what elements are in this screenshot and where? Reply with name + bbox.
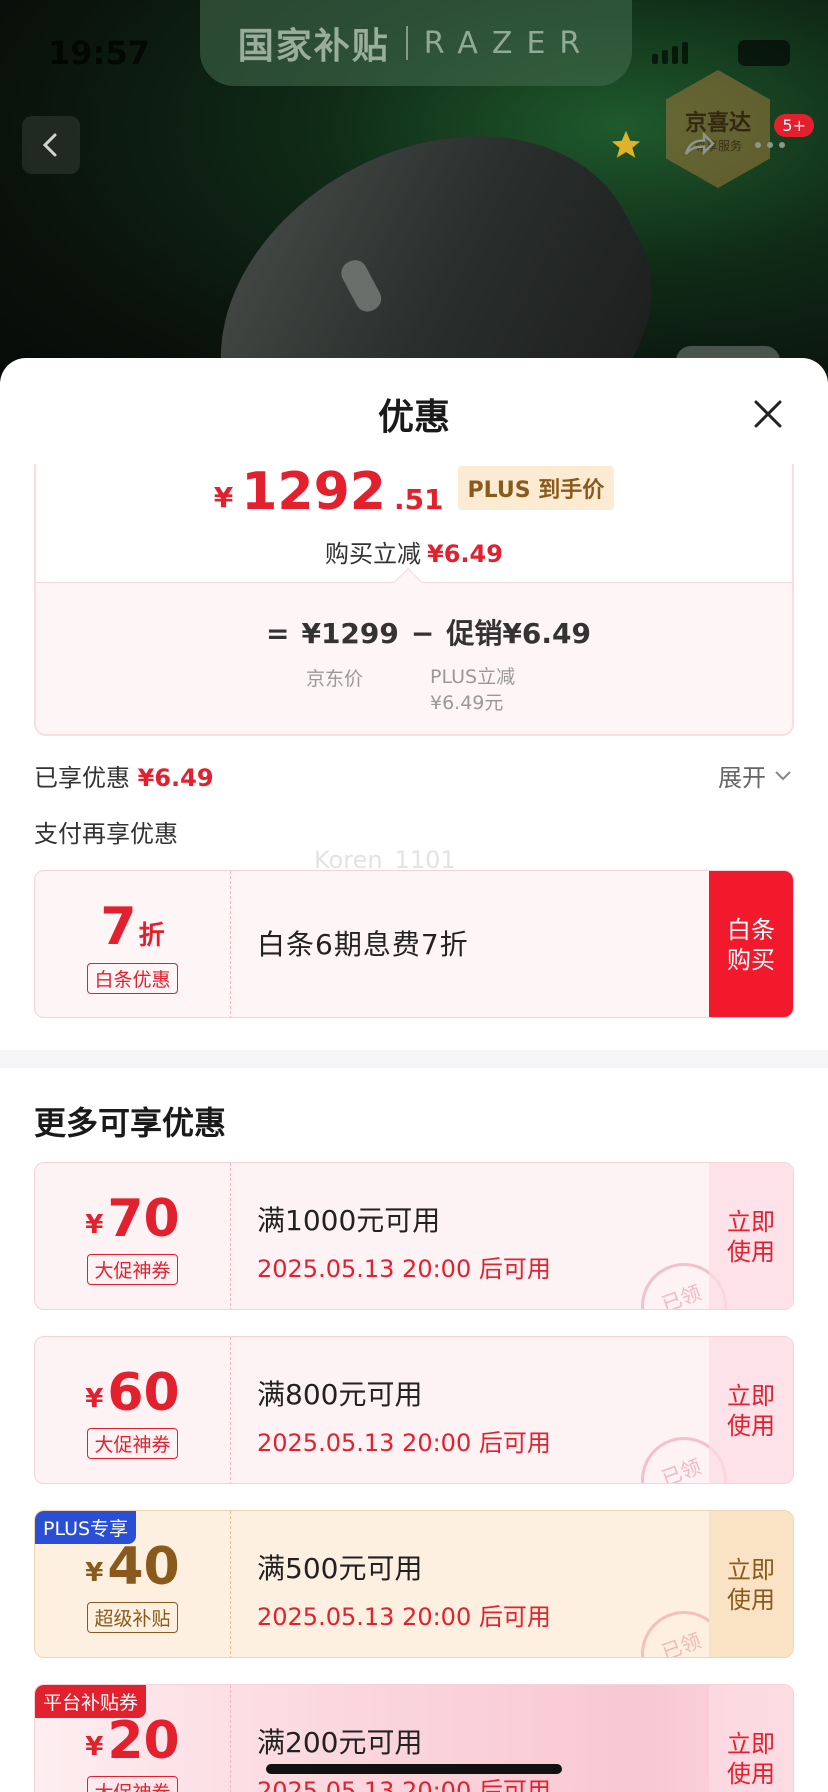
use-coupon-button[interactable]: 立即使用 <box>709 1685 793 1792</box>
sheet-title: 优惠 <box>377 397 450 438</box>
close-icon <box>754 400 782 428</box>
price-formula: = ¥1299 − 促销¥6.49 <box>266 612 591 652</box>
coupon-time: 2025.05.13 20:00 后可用 <box>257 1777 551 1792</box>
coupon-condition: 满800元可用 <box>257 1378 423 1411</box>
discount-sheet: 优惠 ¥ 1292 .51 PLUS 到手价 购买立减 ¥6.49 = ¥1299… <box>0 358 828 1792</box>
status-bar: 19:57 <box>0 0 828 100</box>
more-dots-icon <box>755 142 785 148</box>
status-time: 19:57 <box>48 34 150 72</box>
coupon-card[interactable]: ¥ 60 大促神券 满800元可用 2025.05.13 20:00 后可用 已… <box>34 1336 794 1484</box>
expand-label: 展开 <box>718 764 766 792</box>
coupon-amount-number: 60 <box>107 1362 180 1423</box>
share-icon <box>684 131 715 156</box>
plus-price-tag: PLUS 到手价 <box>457 466 615 510</box>
plus-exclusive-tag: PLUS专享 <box>35 1511 137 1544</box>
coupon-tag: 大促神券 <box>87 1253 178 1285</box>
coupon-currency: ¥ <box>85 1557 104 1588</box>
formula-base-price: ¥1299 <box>301 617 399 650</box>
coupon-amount: ¥ 70 <box>85 1190 179 1248</box>
promo-caption-line2: ¥6.49元 <box>430 692 504 714</box>
final-price: ¥ 1292 .51 PLUS 到手价 <box>36 464 792 520</box>
close-button[interactable] <box>748 394 788 434</box>
formula-minus: − <box>410 617 435 650</box>
use-coupon-button[interactable]: 立即使用 <box>709 1337 793 1483</box>
battery-icon <box>738 40 790 66</box>
formula-equals: = <box>266 617 290 650</box>
price-breakdown-card: ¥ 1292 .51 PLUS 到手价 购买立减 ¥6.49 = ¥1299 − … <box>34 464 794 736</box>
coupon-currency: ¥ <box>85 1383 104 1414</box>
use-coupon-label: 立即使用 <box>727 1382 775 1440</box>
baitiao-buy-button[interactable]: 白条购买 <box>709 871 793 1017</box>
enjoyed-label: 已享优惠 <box>34 764 130 792</box>
coupon-amount: ¥ 60 <box>85 1364 179 1422</box>
coupon-value: ¥ 60 大促神券 <box>35 1337 231 1483</box>
price-decimal: .51 <box>393 483 444 516</box>
home-indicator[interactable] <box>266 1764 562 1774</box>
use-coupon-label: 立即使用 <box>727 1556 775 1614</box>
coupon-amount: ¥ 20 <box>85 1712 179 1770</box>
coupon-tag: 超级补贴 <box>87 1601 178 1633</box>
coupon-time: 2025.05.13 20:00 后可用 <box>257 1603 551 1631</box>
use-coupon-button[interactable]: 立即使用 <box>709 1163 793 1309</box>
use-coupon-label: 立即使用 <box>727 1208 775 1266</box>
coupon-card[interactable]: ¥ 70 大促神券 满1000元可用 2025.05.13 20:00 后可用 … <box>34 1162 794 1310</box>
coupon-card[interactable]: ¥ 20 大促神券 平台补贴券 满200元可用 2025.05.13 20:00… <box>34 1684 794 1792</box>
favorite-button[interactable] <box>602 121 650 169</box>
baitiao-rate: 7折 <box>100 897 164 957</box>
coupon-amount-number: 70 <box>107 1188 180 1249</box>
coupon-amount: ¥ 40 <box>85 1538 179 1596</box>
baitiao-discount: 7折 白条优惠 <box>35 871 231 1017</box>
price-integer: 1292 <box>241 462 386 522</box>
pay-more-title: 支付再享优惠 <box>34 820 178 848</box>
chevron-left-icon <box>42 133 57 157</box>
instant-discount-label: 购买立减 <box>325 540 422 568</box>
coupon-amount-number: 20 <box>107 1710 180 1771</box>
coupon-condition: 满200元可用 <box>257 1726 423 1759</box>
enjoyed-discount: 已享优惠 ¥6.49 <box>34 758 214 793</box>
promo-caption: PLUS立减 ¥6.49元 <box>430 664 515 716</box>
formula-promo: 促销¥6.49 <box>446 617 591 650</box>
base-price-caption: 京东价 <box>306 668 364 690</box>
share-button[interactable] <box>674 121 722 169</box>
coupon-card[interactable]: ¥ 40 超级补贴 PLUS专享 满500元可用 2025.05.13 20:0… <box>34 1510 794 1658</box>
coupon-tag: 大促神券 <box>87 1427 178 1459</box>
platform-subsidy-tag: 平台补贴券 <box>35 1685 147 1718</box>
coupon-time: 2025.05.13 20:00 后可用 <box>257 1429 551 1457</box>
instant-discount: 购买立减 ¥6.49 <box>36 534 792 569</box>
coupon-amount-number: 40 <box>107 1536 180 1597</box>
coupon-value: ¥ 70 大促神券 <box>35 1163 231 1309</box>
promo-caption-line1: PLUS立减 <box>430 666 516 688</box>
signal-icon <box>652 42 688 64</box>
back-button[interactable] <box>22 116 80 174</box>
coupon-condition: 满1000元可用 <box>257 1204 441 1237</box>
coupon-tag: 大促神券 <box>87 1775 178 1792</box>
instant-discount-value: ¥6.49 <box>427 540 503 568</box>
expand-toggle[interactable]: 展开 <box>718 758 792 793</box>
section-divider <box>0 1050 828 1068</box>
baitiao-description: 白条6期息费7折 <box>257 928 469 961</box>
price-formula-panel <box>36 582 792 734</box>
use-coupon-label: 立即使用 <box>727 1730 775 1788</box>
coupon-time: 2025.05.13 20:00 后可用 <box>257 1255 551 1283</box>
cart-count-badge: 5+ <box>774 114 814 137</box>
price-currency: ¥ <box>213 481 234 514</box>
more-discounts-title: 更多可享优惠 <box>34 1104 227 1142</box>
chevron-down-icon <box>775 770 791 780</box>
coupon-currency: ¥ <box>85 1731 104 1762</box>
enjoyed-value: ¥6.49 <box>137 764 214 792</box>
baitiao-tag: 白条优惠 <box>87 962 178 994</box>
baitiao-rate-number: 7 <box>100 896 137 957</box>
use-coupon-button[interactable]: 立即使用 <box>709 1511 793 1657</box>
baitiao-buy-label: 白条购买 <box>727 916 775 974</box>
baitiao-offer-card[interactable]: 7折 白条优惠 白条6期息费7折 白条购买 <box>34 870 794 1018</box>
coupon-condition: 满500元可用 <box>257 1552 423 1585</box>
coupon-currency: ¥ <box>85 1209 104 1240</box>
nav-actions <box>602 116 794 174</box>
baitiao-rate-unit: 折 <box>138 920 165 951</box>
star-icon <box>611 130 641 158</box>
